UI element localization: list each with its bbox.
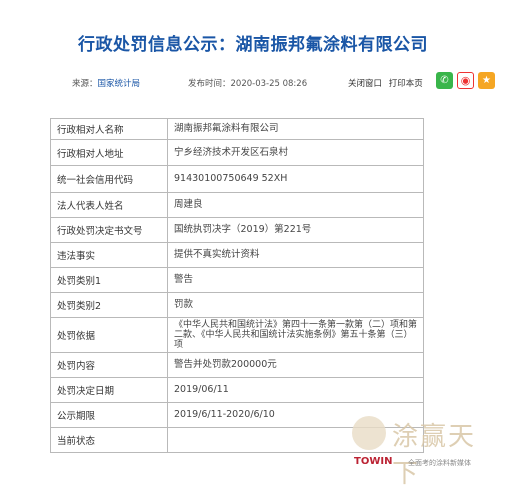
table-row: 行政相对人地址 宁乡经济技术开发区石泉村 <box>50 139 424 166</box>
wechat-share-icon[interactable]: ✆ <box>436 72 453 89</box>
row-label: 违法事实 <box>50 242 168 268</box>
penalty-info-table: 行政相对人名称 湖南振邦氟涂料有限公司 行政相对人地址 宁乡经济技术开发区石泉村… <box>50 118 424 453</box>
table-row: 行政相对人名称 湖南振邦氟涂料有限公司 <box>50 118 424 140</box>
table-row: 行政处罚决定书文号 国统执罚决字（2019）第221号 <box>50 217 424 243</box>
watermark-brand: TOWIN <box>354 456 393 467</box>
row-value: 国统执罚决字（2019）第221号 <box>167 217 424 243</box>
row-label: 统一社会信用代码 <box>50 165 168 193</box>
row-value: 周建良 <box>167 192 424 218</box>
row-value: 湖南振邦氟涂料有限公司 <box>167 118 424 140</box>
table-row: 处罚依据 《中华人民共和国统计法》第四十一条第一款第（二）项和第二款、《中华人民… <box>50 317 424 353</box>
row-label: 处罚类别1 <box>50 267 168 293</box>
row-label: 处罚决定日期 <box>50 377 168 403</box>
print-page-button[interactable]: 打印本页 <box>389 79 423 89</box>
row-label: 公示期限 <box>50 402 168 428</box>
close-window-button[interactable]: 关闭窗口 <box>348 79 382 89</box>
row-label: 当前状态 <box>50 427 168 453</box>
row-label: 行政处罚决定书文号 <box>50 217 168 243</box>
row-value: 宁乡经济技术开发区石泉村 <box>167 139 424 166</box>
row-label: 行政相对人名称 <box>50 118 168 140</box>
table-row: 违法事实 提供不真实统计资料 <box>50 242 424 268</box>
row-value: 91430100750649 52XH <box>167 165 424 193</box>
table-row: 法人代表人姓名 周建良 <box>50 192 424 218</box>
watermark-brand-sub: 全面考的涂料新媒体 <box>408 459 471 467</box>
source-info: 来源：国家统计局 <box>72 77 140 89</box>
row-label: 处罚类别2 <box>50 292 168 318</box>
row-value: 罚款 <box>167 292 424 318</box>
source-label: 来源： <box>72 79 98 89</box>
row-label: 处罚依据 <box>50 317 168 353</box>
row-label: 处罚内容 <box>50 352 168 378</box>
source-link[interactable]: 国家统计局 <box>98 79 141 89</box>
watermark-text: 涂赢天下 <box>392 422 477 489</box>
table-row: 处罚决定日期 2019/06/11 <box>50 377 424 403</box>
publish-time: 发布时间：2020-03-25 08:26 <box>188 79 308 89</box>
row-value: 2019/06/11 <box>167 377 424 403</box>
row-value: 警告并处罚款200000元 <box>167 352 424 378</box>
towin-watermark: 涂赢天下 TOWIN 全面考的涂料新媒体 <box>352 412 502 489</box>
table-row: 处罚内容 警告并处罚款200000元 <box>50 352 424 378</box>
table-row: 处罚类别1 警告 <box>50 267 424 293</box>
article-meta: 来源：国家统计局 发布时间：2020-03-25 08:26 关闭窗口 打印本页 <box>0 74 506 92</box>
row-label: 法人代表人姓名 <box>50 192 168 218</box>
share-bar: ✆ ◉ ★ <box>436 72 495 89</box>
favorite-star-icon[interactable]: ★ <box>478 72 495 89</box>
page-actions: 关闭窗口 打印本页 <box>348 77 427 89</box>
row-value: 警告 <box>167 267 424 293</box>
row-label: 行政相对人地址 <box>50 139 168 166</box>
page-title: 行政处罚信息公示：湖南振邦氟涂料有限公司 <box>78 35 428 55</box>
weibo-share-icon[interactable]: ◉ <box>457 72 474 89</box>
row-value: 提供不真实统计资料 <box>167 242 424 268</box>
watermark-logo-icon <box>352 416 386 450</box>
row-value: 《中华人民共和国统计法》第四十一条第一款第（二）项和第二款、《中华人民共和国统计… <box>167 317 424 353</box>
table-row: 统一社会信用代码 91430100750649 52XH <box>50 165 424 193</box>
table-row: 处罚类别2 罚款 <box>50 292 424 318</box>
